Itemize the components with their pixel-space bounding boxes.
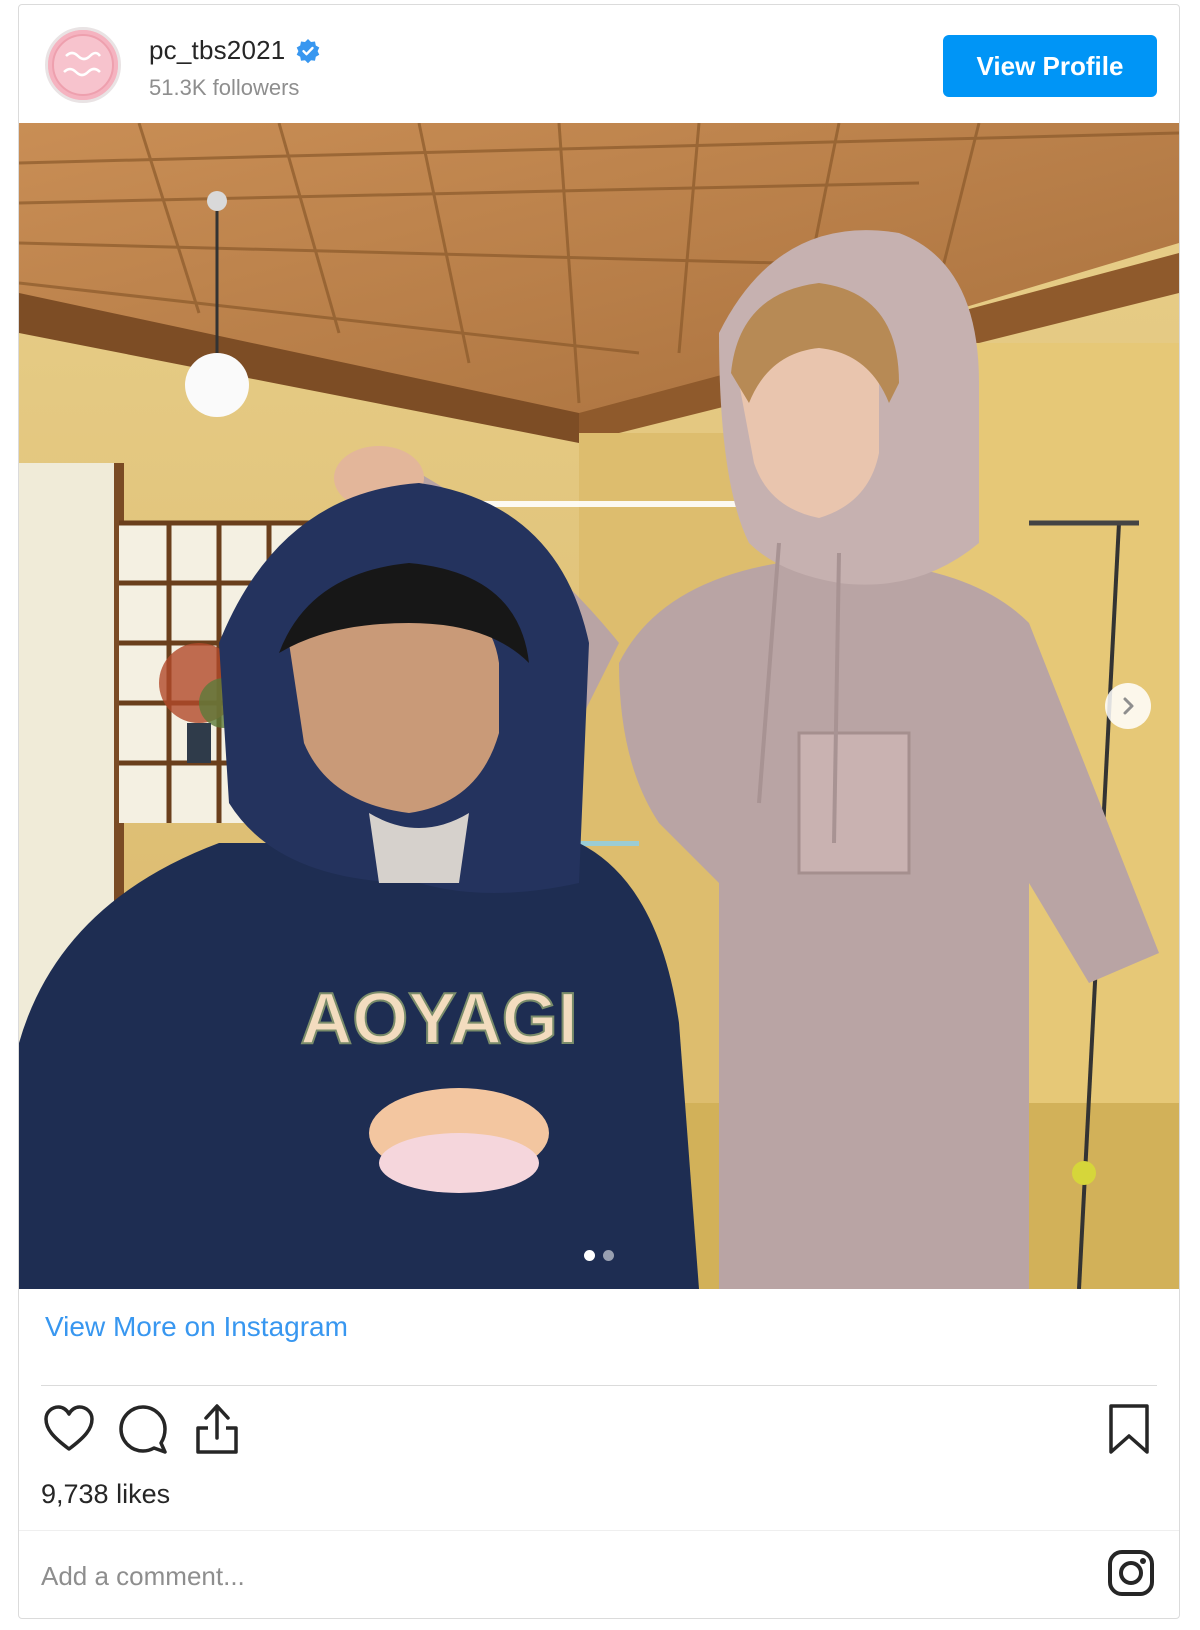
instagram-icon	[1108, 1550, 1154, 1596]
comment-button[interactable]	[113, 1399, 173, 1459]
instagram-embed-card: pc_tbs2021 51.3K followers View Profile	[18, 4, 1180, 1619]
carousel-dot-active	[584, 1250, 595, 1261]
post-photo[interactable]: AOYAGI	[19, 123, 1179, 1289]
post-header: pc_tbs2021 51.3K followers View Profile	[19, 5, 1179, 123]
comment-icon	[119, 1405, 167, 1454]
like-button[interactable]	[39, 1399, 99, 1459]
bookmark-icon	[1109, 1404, 1149, 1454]
share-button[interactable]	[187, 1399, 247, 1459]
carousel-indicator	[584, 1250, 614, 1261]
username-row: pc_tbs2021	[149, 35, 321, 66]
photo-illustration: AOYAGI	[19, 123, 1179, 1289]
footer-divider	[41, 1385, 1157, 1386]
verified-badge-icon	[297, 38, 320, 63]
profile-avatar[interactable]	[45, 27, 121, 103]
carousel-next-button[interactable]	[1105, 683, 1151, 729]
view-more-on-instagram-link[interactable]: View More on Instagram	[45, 1311, 348, 1343]
heart-icon	[44, 1405, 94, 1451]
avatar-logo-image	[48, 30, 118, 100]
username[interactable]: pc_tbs2021	[149, 35, 285, 66]
comment-divider	[19, 1530, 1179, 1531]
instagram-logo-button[interactable]	[1103, 1545, 1159, 1601]
carousel-dot	[603, 1250, 614, 1261]
action-bar	[39, 1399, 1159, 1469]
like-count[interactable]: 9,738 likes	[41, 1479, 170, 1510]
save-button[interactable]	[1099, 1399, 1159, 1459]
comment-input[interactable]	[39, 1545, 943, 1607]
share-icon	[196, 1404, 238, 1454]
sweatshirt-text: AOYAGI	[300, 979, 577, 1059]
follower-count: 51.3K followers	[149, 75, 300, 100]
chevron-right-icon	[1123, 697, 1134, 715]
view-profile-button[interactable]: View Profile	[943, 35, 1157, 97]
